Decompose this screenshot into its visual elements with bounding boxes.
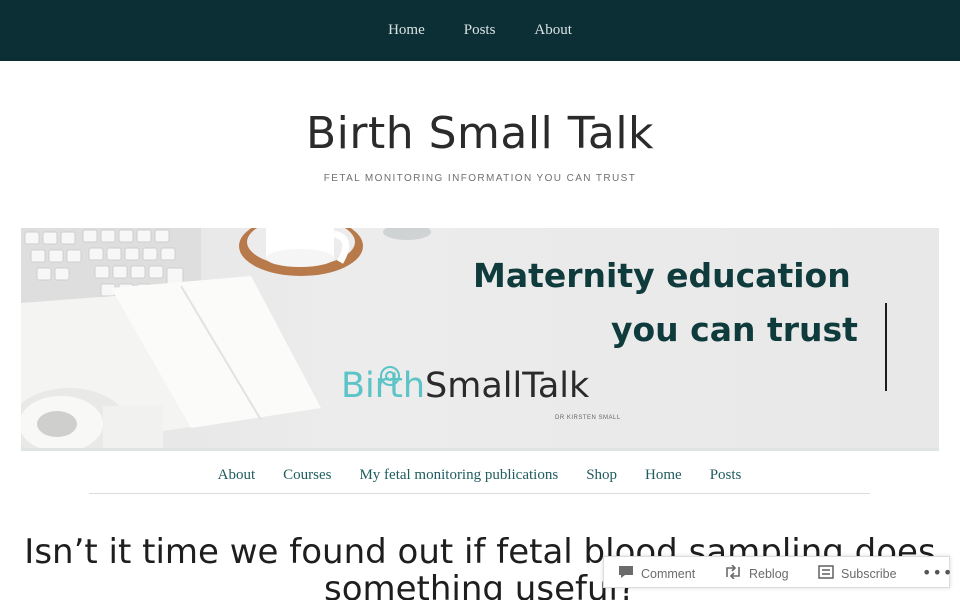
top-nav-home[interactable]: Home bbox=[388, 22, 425, 39]
logo-text-birth: Birth bbox=[341, 366, 426, 406]
action-bar: Comment Reblog Subscribe ••• bbox=[603, 556, 953, 588]
subscribe-label: Subscribe bbox=[841, 566, 897, 581]
subscribe-button[interactable]: Subscribe bbox=[818, 565, 897, 582]
main-nav-posts[interactable]: Posts bbox=[710, 467, 742, 484]
logo-text-smalltalk: SmallTalk bbox=[425, 366, 590, 406]
site-tagline: FETAL MONITORING INFORMATION YOU CAN TRU… bbox=[323, 173, 637, 184]
more-options-icon[interactable]: ••• bbox=[922, 563, 953, 582]
banner-headline-line1: Maternity education bbox=[473, 256, 851, 295]
reblog-button[interactable]: Reblog bbox=[724, 564, 789, 582]
main-nav-courses[interactable]: Courses bbox=[283, 467, 331, 484]
main-nav-home[interactable]: Home bbox=[645, 467, 682, 484]
top-nav-posts[interactable]: Posts bbox=[464, 22, 496, 39]
banner-logo: BirthSmallTalk bbox=[341, 366, 589, 406]
main-nav-publications[interactable]: My fetal monitoring publications bbox=[359, 467, 558, 484]
comment-button[interactable]: Comment bbox=[618, 565, 695, 582]
top-bar: Home Posts About bbox=[0, 0, 960, 61]
banner-headline-line2: you can trust bbox=[611, 310, 858, 349]
text-cursor-graphic bbox=[885, 303, 887, 391]
logo-subtitle: DR KIRSTEN SMALL bbox=[555, 415, 621, 421]
top-nav: Home Posts About bbox=[0, 0, 960, 61]
reblog-label: Reblog bbox=[749, 566, 789, 581]
main-nav-shop[interactable]: Shop bbox=[586, 467, 617, 484]
main-nav-about[interactable]: About bbox=[218, 467, 256, 484]
site-title[interactable]: Birth Small Talk bbox=[0, 108, 960, 159]
reblog-icon bbox=[724, 564, 742, 582]
top-nav-about[interactable]: About bbox=[534, 22, 572, 39]
subscribe-icon bbox=[818, 565, 834, 582]
coffee-cup-graphic bbox=[239, 228, 431, 276]
header-banner-image[interactable]: Maternity education you can trust BirthS… bbox=[21, 228, 939, 451]
comment-icon bbox=[618, 565, 634, 582]
comment-label: Comment bbox=[641, 566, 696, 581]
main-nav: About Courses My fetal monitoring public… bbox=[89, 457, 870, 494]
